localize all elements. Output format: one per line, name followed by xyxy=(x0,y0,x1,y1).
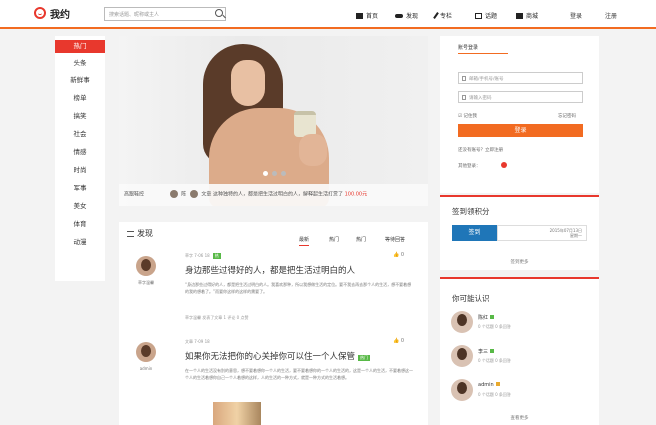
post-meta: 草字 7-06 18 热 xyxy=(185,253,221,259)
post-badge: 热 xyxy=(212,253,221,259)
post-author[interactable]: 草字温馨 xyxy=(131,280,161,286)
category-item[interactable]: 头条 xyxy=(55,57,105,70)
top-header: 我约 搜索话题、昵称或主人 首页 发现 专栏 话题 商城 登录 注册 xyxy=(0,0,656,29)
discover-feed: 发现 最新 热门 热门 等待回答 草字温馨 草字 7-06 18 热 👍 0 身边… xyxy=(119,222,428,425)
category-item[interactable]: 社会 xyxy=(55,128,105,141)
post-badge: 热门 xyxy=(358,355,371,361)
carousel-dot[interactable] xyxy=(262,171,268,176)
category-item-hot[interactable]: 热门 xyxy=(55,40,105,53)
post-meta: 文章 7-09 18 xyxy=(185,339,210,344)
like-button[interactable]: 👍 0 xyxy=(393,338,404,344)
pen-icon xyxy=(433,12,439,19)
lock-icon xyxy=(462,95,466,100)
tab-latest[interactable]: 最新 xyxy=(299,236,310,246)
avatar[interactable] xyxy=(189,190,198,198)
nav-column[interactable]: 专栏 xyxy=(433,11,452,20)
list-icon xyxy=(127,231,134,237)
post-title[interactable]: 身边那些过得好的人，都是把生活过明白的人 xyxy=(185,264,355,276)
people-panel: 你可能认识 陈红 0 个话题 0 条回答 李三 0 个话题 0 条回答 admi… xyxy=(440,279,599,425)
category-item[interactable]: 军事 xyxy=(55,182,105,195)
category-item[interactable]: 时尚 xyxy=(55,164,105,177)
login-title[interactable]: 账号登录 xyxy=(458,44,508,54)
user-stats: 0 个话题 0 条回答 xyxy=(478,324,511,329)
user-name[interactable]: 陈红 xyxy=(478,314,495,321)
sign-in-button[interactable]: 签到 xyxy=(452,225,497,241)
logo-icon[interactable] xyxy=(34,7,46,19)
sign-more-link[interactable]: 签到更多 xyxy=(440,259,599,265)
forgot-password-link[interactable]: 忘记密码 xyxy=(558,113,576,119)
tab-waiting[interactable]: 等待回答 xyxy=(385,236,405,243)
people-more-link[interactable]: 查看更多 xyxy=(440,415,599,421)
category-sidebar: 热门 头条 新鲜事 榜单 搞笑 社会 情感 时尚 军事 美女 体育 动漫 xyxy=(55,36,105,281)
carousel-dot[interactable] xyxy=(271,171,277,176)
shop-icon xyxy=(516,12,523,19)
avatar[interactable] xyxy=(169,190,178,198)
password-field[interactable]: 请输入密码 xyxy=(458,91,583,103)
weibo-icon[interactable] xyxy=(501,162,507,168)
post-excerpt: 在一个人的生活没有别的意思，想不要着想你一个人的生活，要不要着想你的一个人的生活… xyxy=(185,368,413,380)
avatar[interactable] xyxy=(451,379,473,401)
banner-photo-face xyxy=(231,60,265,106)
post-title[interactable]: 如果你无法把你的心关掉你可以住一个人保管 热门 xyxy=(185,350,371,362)
login-button[interactable]: 登录 xyxy=(458,124,583,137)
category-item[interactable]: 榜单 xyxy=(55,92,105,105)
nav-shop[interactable]: 商城 xyxy=(516,11,538,20)
topic-icon xyxy=(475,12,482,19)
login-panel: 账号登录 邮箱/手机号/账号 请输入密码 ☑ 记住我 忘记密码 登录 还没有账号… xyxy=(440,36,599,193)
nav-home[interactable]: 首页 xyxy=(356,11,378,20)
logo-text[interactable]: 我约 xyxy=(50,6,70,21)
third-party-label: 其他登录： xyxy=(458,164,481,169)
search-input[interactable]: 搜索话题、昵称或主人 xyxy=(104,7,226,21)
post-excerpt: “身边那些过得好的人，都是把生活过明白的人。我喜欢那种，所以我想做生活的定位。要… xyxy=(185,282,412,294)
post-actions[interactable]: 草字温馨 发表了文章 1 评论 0 点赞 xyxy=(185,315,248,321)
discover-icon xyxy=(395,13,403,18)
nav-topic[interactable]: 话题 xyxy=(475,11,497,20)
user-icon xyxy=(462,76,466,81)
post-author[interactable]: admin xyxy=(131,366,161,371)
banner-caption: 高跟鞋控 陈 文章 这种独特的人，都是把生活过明白的人，解释起生活打赏了 100… xyxy=(119,184,428,206)
sign-date: 2015年07月13日 星期一 xyxy=(497,225,587,241)
carousel-dots[interactable] xyxy=(260,171,288,178)
verified-icon xyxy=(490,315,495,319)
avatar[interactable] xyxy=(136,256,156,276)
verified-icon xyxy=(495,382,500,386)
tab-hot-2[interactable]: 热门 xyxy=(356,236,366,243)
user-stats: 0 个话题 0 条回答 xyxy=(478,392,511,397)
caption-text: 文章 这种独特的人，都是把生活过明白的人，解释起生活打赏了 xyxy=(201,191,343,198)
caption-prefix[interactable]: 高跟鞋控 xyxy=(124,192,144,198)
user-name[interactable]: admin xyxy=(478,382,500,388)
home-icon xyxy=(356,12,363,19)
caption-name[interactable]: 陈 xyxy=(181,192,186,198)
sign-title: 签到领积分 xyxy=(452,207,490,216)
caption-amount: 100.00元 xyxy=(344,191,368,198)
nav-discover[interactable]: 发现 xyxy=(395,11,418,20)
post-image[interactable] xyxy=(213,402,261,425)
user-stats: 0 个话题 0 条回答 xyxy=(478,358,511,363)
register-link[interactable]: 还没有账号？立即注册 xyxy=(458,147,503,153)
avatar[interactable] xyxy=(451,345,473,367)
tab-hot[interactable]: 热门 xyxy=(329,236,339,243)
like-button[interactable]: 👍 0 xyxy=(393,252,404,258)
category-item[interactable]: 情感 xyxy=(55,146,105,159)
remember-checkbox[interactable]: ☑ 记住我 xyxy=(458,113,477,119)
search-icon[interactable] xyxy=(215,9,223,17)
login-link[interactable]: 登录 xyxy=(570,11,582,20)
banner-photo-hand xyxy=(299,134,327,166)
category-item[interactable]: 美女 xyxy=(55,200,105,213)
feed-title: 发现 xyxy=(127,228,153,239)
category-item[interactable]: 体育 xyxy=(55,218,105,231)
verified-icon xyxy=(490,349,495,353)
avatar[interactable] xyxy=(136,342,156,362)
banner-carousel[interactable]: 高跟鞋控 陈 文章 这种独特的人，都是把生活过明白的人，解释起生活打赏了 100… xyxy=(119,36,428,206)
account-field[interactable]: 邮箱/手机号/账号 xyxy=(458,72,583,84)
category-item[interactable]: 新鲜事 xyxy=(55,74,105,87)
carousel-dot[interactable] xyxy=(280,171,286,176)
people-title: 你可能认识 xyxy=(452,294,490,303)
avatar[interactable] xyxy=(451,311,473,333)
register-link[interactable]: 注册 xyxy=(605,11,617,20)
category-item[interactable]: 搞笑 xyxy=(55,110,105,123)
user-name[interactable]: 李三 xyxy=(478,348,495,355)
category-item[interactable]: 动漫 xyxy=(55,236,105,249)
sign-panel: 签到领积分 签到 2015年07月13日 星期一 签到更多 xyxy=(440,197,599,270)
